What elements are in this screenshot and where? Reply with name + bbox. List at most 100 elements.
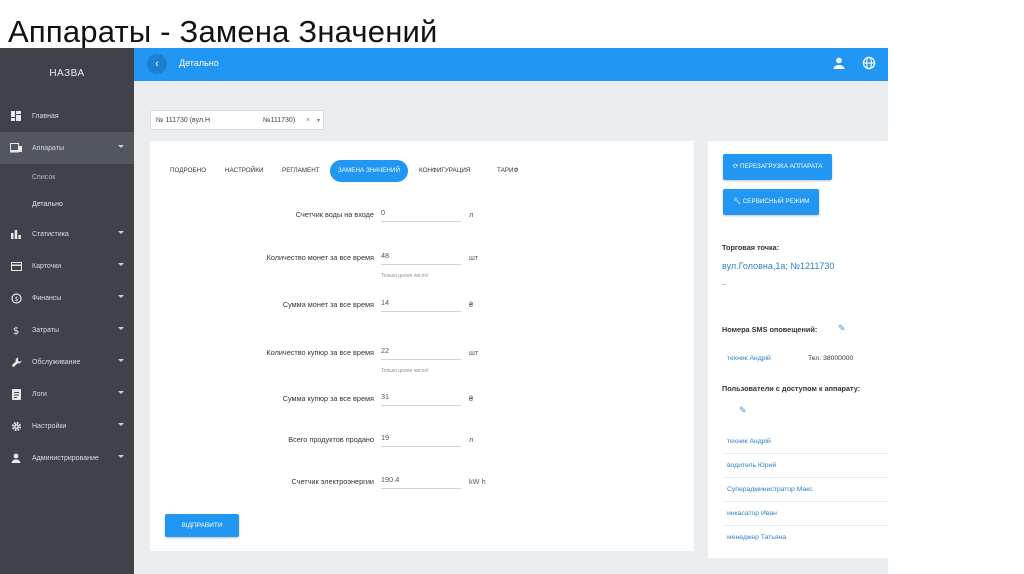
sidebar-item-label: Главная xyxy=(32,112,59,120)
tab-regulations[interactable]: РЕГЛАМЕНТ xyxy=(282,160,320,182)
slide-title: Аппараты - Замена Значений xyxy=(8,14,438,49)
user-link[interactable]: инкасатор Иван xyxy=(727,510,777,517)
sidebar-item-devices[interactable]: Аппараты xyxy=(0,132,134,164)
sidebar-subitem-list[interactable]: Список xyxy=(0,164,134,191)
top-bar: ‹ Детально xyxy=(134,48,888,81)
submit-button[interactable]: ВІДПРАВИТИ xyxy=(165,514,239,537)
service-mode-button[interactable]: 🔧︎ СЕРВИСНЫЙ РЕЖИМ xyxy=(723,189,820,215)
person-icon xyxy=(10,452,22,464)
sidebar-item-service[interactable]: Обслуживание xyxy=(0,346,134,378)
field-unit: kW h xyxy=(469,477,486,486)
clear-icon[interactable]: × xyxy=(306,117,310,124)
app-screenshot: НАЗВА Главная Аппараты Список Детально С… xyxy=(0,48,888,574)
svg-text:$: $ xyxy=(13,326,19,336)
sidebar-item-label: Финансы xyxy=(32,294,62,302)
sidebar-item-home[interactable]: Главная xyxy=(0,100,134,132)
divider xyxy=(722,477,888,478)
gear-icon xyxy=(10,420,22,432)
user-link[interactable]: техник Андрій xyxy=(727,438,771,445)
chevron-down-icon xyxy=(118,231,124,234)
sidebar-item-label: Аппараты xyxy=(32,144,65,152)
field-unit: л xyxy=(469,435,474,444)
field-unit: шт xyxy=(469,253,479,262)
chevron-down-icon[interactable]: ▾ xyxy=(317,117,320,124)
trade-point-label: Торговая точка: xyxy=(722,243,780,252)
chevron-down-icon xyxy=(118,455,124,458)
field-unit: ₴ xyxy=(469,394,474,403)
user-icon[interactable] xyxy=(832,56,846,70)
field-unit: л xyxy=(469,210,474,219)
tab-replace-values[interactable]: ЗАМЕНА ЗНАЧЕНИЙ xyxy=(330,160,409,182)
tab-tariff[interactable]: ТАРИФ xyxy=(497,160,518,182)
sidebar-item-statistics[interactable]: Статистика xyxy=(0,218,134,250)
trade-point-link[interactable]: вул.Головна,1а; №1211730 xyxy=(722,261,834,271)
field-label: Сумма купюр за все время xyxy=(282,394,374,403)
divider xyxy=(722,525,888,526)
products-sold-input[interactable]: 19 xyxy=(381,431,461,447)
electricity-counter-input[interactable]: 190.4 xyxy=(381,473,461,489)
field-unit: ₴ xyxy=(469,300,474,309)
brand-logo: НАЗВА xyxy=(49,68,85,79)
chevron-down-icon xyxy=(118,295,124,298)
globe-icon[interactable] xyxy=(862,56,876,70)
user-link[interactable]: Суперадминистратор Макс xyxy=(727,486,813,493)
edit-pencil-icon[interactable]: ✎ xyxy=(739,405,747,416)
water-counter-input[interactable]: 0 xyxy=(381,206,461,222)
tab-settings[interactable]: НАСТРОЙКИ xyxy=(225,160,263,182)
sidebar-item-label: Обслуживание xyxy=(32,358,81,366)
device-select[interactable]: № 111730 (вул.Н №111730) × ▾ xyxy=(150,110,324,130)
chevron-down-icon xyxy=(118,391,124,394)
page-title: Детально xyxy=(179,58,219,68)
user-link[interactable]: водитель Юрий xyxy=(727,462,776,469)
sidebar-item-label: Настройки xyxy=(32,422,67,430)
dollar-icon: $ xyxy=(10,324,22,336)
field-hint: Только целое число! xyxy=(381,273,429,279)
sidebar-item-label: Карточки xyxy=(32,262,62,270)
device-select-number: №111730) xyxy=(263,117,296,124)
field-label: Сумма монет за все время xyxy=(282,300,374,309)
reboot-button[interactable]: ⟳ ПЕРЕЗАГРУЗКА АППАРАТА xyxy=(723,154,833,180)
users-access-label: Пользователи с доступом к аппарату: xyxy=(722,384,861,393)
sms-contact-phone: Тел. 38000000 xyxy=(808,355,854,362)
field-label: Количество купюр за все время xyxy=(266,348,374,357)
sidebar-item-label: Администрирование xyxy=(32,454,99,462)
bills-sum-input[interactable]: 31 xyxy=(381,390,461,406)
user-link[interactable]: менеджер Татьяна xyxy=(727,534,786,541)
reboot-button-label: ПЕРЕЗАГРУЗКА АППАРАТА xyxy=(740,163,823,170)
divider xyxy=(722,453,888,454)
values-card: ПОДРОБНО НАСТРОЙКИ РЕГЛАМЕНТ ЗАМЕНА ЗНАЧ… xyxy=(150,141,694,551)
field-label: Всего продуктов продано xyxy=(288,435,374,444)
svg-text:$: $ xyxy=(14,296,18,303)
chevron-down-icon xyxy=(118,423,124,426)
device-select-value: № 111730 (вул.Н xyxy=(156,117,211,124)
sidebar-item-settings[interactable]: Настройки xyxy=(0,410,134,442)
chevron-down-icon xyxy=(118,263,124,266)
sidebar-item-expenses[interactable]: $ Затраты xyxy=(0,314,134,346)
sidebar-item-label: Логи xyxy=(32,390,47,398)
sidebar-item-label: Затраты xyxy=(32,326,60,334)
sidebar-item-cards[interactable]: Карточки xyxy=(0,250,134,282)
chevron-down-icon xyxy=(118,145,124,148)
sms-contact-name[interactable]: техник Андрій xyxy=(727,355,771,362)
coins-count-input[interactable]: 48 xyxy=(381,249,461,265)
coins-sum-input[interactable]: 14 xyxy=(381,296,461,312)
finance-icon: $ xyxy=(10,292,22,304)
chevron-down-icon xyxy=(118,359,124,362)
sidebar-item-finance[interactable]: $ Финансы xyxy=(0,282,134,314)
sidebar-item-logs[interactable]: Логи xyxy=(0,378,134,410)
tab-details[interactable]: ПОДРОБНО xyxy=(170,160,206,182)
divider xyxy=(722,501,888,502)
field-label: Счетчик воды на входе xyxy=(295,210,374,219)
sidebar-item-administration[interactable]: Администрирование xyxy=(0,442,134,474)
log-icon xyxy=(10,388,22,400)
tab-configuration[interactable]: КОНФИГУРАЦИЯ xyxy=(419,160,470,182)
wrench-icon: 🔧︎ xyxy=(733,198,741,205)
back-button[interactable]: ‹ xyxy=(147,54,167,74)
field-label: Количество монет за все время xyxy=(266,253,374,262)
bills-count-input[interactable]: 22 xyxy=(381,344,461,360)
devices-icon xyxy=(10,142,22,154)
trade-point-extra: -- xyxy=(722,281,727,288)
dashboard-icon xyxy=(10,110,22,122)
edit-pencil-icon[interactable]: ✎ xyxy=(838,323,846,334)
sidebar-subitem-detail[interactable]: Детально xyxy=(0,191,134,218)
